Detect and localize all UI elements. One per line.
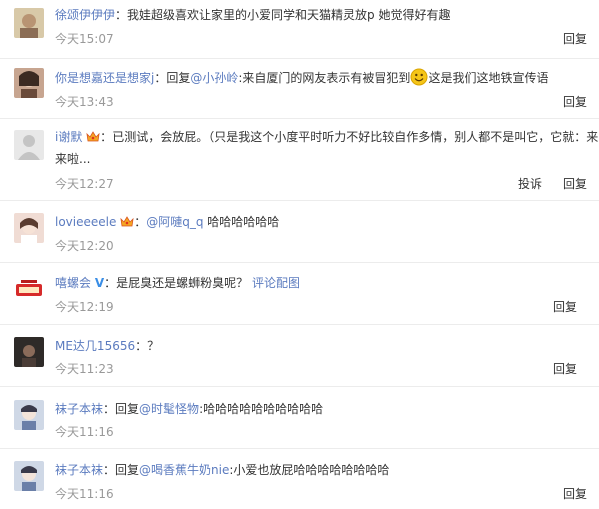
timestamp: 今天12:20 — [55, 239, 114, 253]
separator: ： — [103, 463, 116, 477]
comment-item: lovieeeele ：@阿嗹q_q 哈哈哈哈哈哈 今天12:20 — [0, 201, 599, 263]
avatar[interactable] — [14, 68, 44, 98]
timestamp: 今天12:19 — [55, 300, 114, 314]
avatar[interactable] — [14, 213, 44, 243]
reply-button[interactable]: 回复 — [563, 176, 587, 192]
comment-body: :小爱也放屁哈哈哈哈哈哈哈哈 — [229, 463, 390, 477]
timestamp: 今天11:23 — [55, 362, 114, 376]
mention-link[interactable]: @小孙岭 — [190, 71, 238, 85]
timestamp: 今天15:07 — [55, 32, 114, 46]
separator: ： — [154, 71, 167, 85]
username[interactable]: lovieeeele — [55, 215, 116, 229]
reply-button[interactable]: 回复 — [563, 486, 587, 502]
comment-body: 我娃超级喜欢让家里的小爱同学和天猫精灵放p 她觉得好有趣 — [127, 8, 451, 22]
username[interactable]: i谢默 — [55, 130, 82, 144]
verified-v-icon: V — [94, 276, 105, 290]
report-button[interactable]: 投诉 — [518, 176, 542, 192]
comment-body: ？ — [147, 339, 160, 353]
separator: ： — [135, 339, 148, 353]
comment-text: 袜子本袜：回复@时髦怪物:哈哈哈哈哈哈哈哈哈哈 — [55, 400, 599, 418]
avatar[interactable] — [14, 400, 44, 430]
comment-item: ME达几15656：？ 今天11:23 回复 — [0, 325, 599, 387]
avatar[interactable] — [14, 461, 44, 491]
comment-body: :来自厦门的网友表示有被冒犯到 — [238, 71, 411, 85]
separator: ： — [115, 8, 128, 22]
separator: ： — [104, 276, 117, 290]
separator: ： — [134, 215, 147, 229]
username[interactable]: 你是想嘉还是想家j — [55, 71, 154, 85]
vip-crown-icon — [120, 216, 134, 227]
comment-text: 袜子本袜：回复@喝香蕉牛奶nie:小爱也放屁哈哈哈哈哈哈哈哈 — [55, 461, 599, 479]
comment-text-line2: 来啦... — [55, 150, 599, 168]
timestamp: 今天11:16 — [55, 425, 114, 439]
username[interactable]: 袜子本袜 — [55, 463, 103, 477]
comment-item: 你是想嘉还是想家j：回复@小孙岭:来自厦门的网友表示有被冒犯到 这是我们这地铁宣传… — [0, 59, 599, 119]
avatar[interactable] — [14, 130, 44, 160]
avatar[interactable] — [14, 275, 44, 305]
comment-text: 徐颂伊伊伊：我娃超级喜欢让家里的小爱同学和天猫精灵放p 她觉得好有趣 — [55, 6, 599, 24]
comment-image-link[interactable]: 评论配图 — [252, 276, 300, 290]
separator: ： — [103, 402, 116, 416]
mention-link[interactable]: @时髦怪物 — [139, 402, 199, 416]
separator: ： — [100, 130, 113, 144]
reply-prefix: 回复 — [115, 463, 140, 477]
comment-text: 嘻螺会 V：是屁臭还是螺蛳粉臭呢？ 评论配图 — [55, 274, 599, 292]
reply-button[interactable]: 回复 — [563, 31, 587, 47]
comment-item: 嘻螺会 V：是屁臭还是螺蛳粉臭呢？ 评论配图 今天12:19 回复 — [0, 263, 599, 325]
avatar[interactable] — [14, 8, 44, 38]
timestamp: 今天13:43 — [55, 95, 114, 109]
comment-body: 是屁臭还是螺蛳粉臭呢？ — [116, 276, 249, 290]
avatar[interactable] — [14, 337, 44, 367]
mention-link[interactable]: @喝香蕉牛奶nie — [139, 463, 229, 477]
username[interactable]: 徐颂伊伊伊 — [55, 8, 115, 22]
reply-prefix: 回复 — [166, 71, 191, 85]
reply-button[interactable]: 回复 — [553, 299, 577, 315]
reply-button[interactable]: 回复 — [553, 361, 577, 377]
mention-link[interactable]: @阿嗹q_q — [146, 215, 203, 229]
comment-body-tail: 这是我们这地铁宣传语 — [428, 71, 549, 85]
comment-item: 袜子本袜：回复@时髦怪物:哈哈哈哈哈哈哈哈哈哈 今天11:16 — [0, 387, 599, 449]
comment-text: i谢默 ：已测试，会放屁。（只是我这个小度平时听力不好比较自作多情，别人都不是叫… — [55, 128, 599, 146]
reply-button[interactable]: 回复 — [563, 94, 587, 110]
username[interactable]: ME达几15656 — [55, 339, 135, 353]
comment-body-continued: 来啦... — [55, 152, 91, 166]
comment-item: i谢默 ：已测试，会放屁。（只是我这个小度平时听力不好比较自作多情，别人都不是叫… — [0, 119, 599, 201]
comment-text: 你是想嘉还是想家j：回复@小孙岭:来自厦门的网友表示有被冒犯到 这是我们这地铁宣传… — [55, 68, 599, 87]
comment-item: 徐颂伊伊伊：我娃超级喜欢让家里的小爱同学和天猫精灵放p 她觉得好有趣 今天15:… — [0, 0, 599, 59]
username[interactable]: 嘻螺会 — [55, 276, 91, 290]
comment-body: 哈哈哈哈哈哈 — [207, 215, 280, 229]
comment-text: ME达几15656：？ — [55, 337, 599, 355]
comment-item: 袜子本袜：回复@喝香蕉牛奶nie:小爱也放屁哈哈哈哈哈哈哈哈 今天11:16 回… — [0, 449, 599, 509]
username[interactable]: 袜子本袜 — [55, 402, 103, 416]
grinning-face-icon — [410, 68, 428, 86]
timestamp: 今天12:27 — [55, 177, 114, 191]
comment-body: :哈哈哈哈哈哈哈哈哈哈 — [199, 402, 324, 416]
timestamp: 今天11:16 — [55, 487, 114, 501]
comment-body: 已测试，会放屁。（只是我这个小度平时听力不好比较自作多情，别人都不是叫它，它就：… — [112, 130, 599, 144]
comment-text: lovieeeele ：@阿嗹q_q 哈哈哈哈哈哈 — [55, 213, 599, 231]
vip-crown-icon — [86, 131, 100, 142]
reply-prefix: 回复 — [115, 402, 140, 416]
